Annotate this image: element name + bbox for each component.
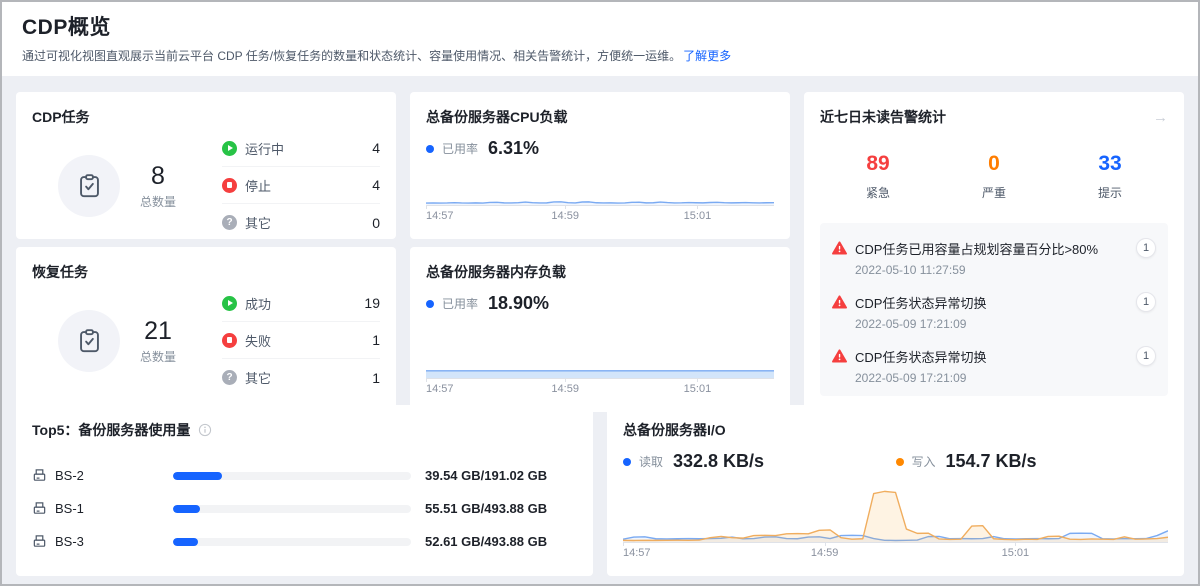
other-status-icon: ? — [222, 370, 237, 385]
cdp-overview-page: CDP概览 通过可视化视图直观展示当前云平台 CDP 任务/恢复任务的数量和状态… — [0, 0, 1200, 586]
failed-status-icon — [222, 333, 237, 348]
read-speed-value: 332.8 KB/s — [673, 451, 764, 472]
server-icon — [32, 501, 47, 516]
dashboard-content: CDP任务 8 — [2, 76, 1198, 584]
write-speed-value: 154.7 KB/s — [946, 451, 1037, 472]
alert-timestamp: 2022-05-09 17:21:09 — [855, 317, 1156, 331]
success-status-icon — [222, 296, 237, 311]
learn-more-link[interactable]: 了解更多 — [683, 49, 731, 63]
status-row-other: ? 其它 1 — [222, 359, 380, 396]
io-write-group: 写入 154.7 KB/s — [896, 451, 1169, 472]
top5-title: Top5：备份服务器使用量 — [32, 421, 190, 439]
bottom-row: Top5：备份服务器使用量 BS-2 39.54 GB/191.02 GB — [16, 405, 1184, 576]
usage-bar — [173, 472, 411, 480]
status-row-stopped: 停止 4 — [222, 167, 380, 204]
cpu-load-chart: 14:5714:5915:01 — [426, 167, 774, 223]
recovery-tasks-card: 恢复任务 21 — [16, 247, 396, 412]
alert-count-badge: 1 — [1136, 346, 1156, 366]
io-legend: 读取 332.8 KB/s 写入 154.7 KB/s — [623, 451, 1168, 472]
cpu-load-title: 总备份服务器CPU负载 — [426, 108, 774, 126]
alerts-header: 近七日未读告警统计 → — [820, 108, 1168, 126]
cdp-tasks-title: CDP任务 — [32, 108, 380, 126]
alert-timestamp: 2022-05-09 17:21:09 — [855, 371, 1156, 385]
cpu-load-card: 总备份服务器CPU负载 已用率 6.31% 14:5714:5915:01 — [410, 92, 790, 239]
cpu-usage-value: 6.31% — [488, 138, 539, 159]
recovery-tasks-total: 21 — [140, 317, 176, 345]
stopped-status-icon — [222, 178, 237, 193]
alert-count-badge: 1 — [1136, 238, 1156, 258]
tasks-column: CDP任务 8 — [16, 92, 396, 412]
cdp-tasks-card: CDP任务 8 — [16, 92, 396, 239]
stat-critical: 89 紧急 — [820, 152, 936, 201]
alerts-title: 近七日未读告警统计 — [820, 108, 946, 126]
top5-servers-card: Top5：备份服务器使用量 BS-2 39.54 GB/191.02 GB — [16, 405, 593, 576]
alert-timestamp: 2022-05-10 11:27:59 — [855, 263, 1156, 277]
usage-bar — [173, 505, 411, 513]
alert-item[interactable]: CDP任务状态异常切换 1 2022-05-09 17:21:09 — [832, 285, 1156, 339]
memory-load-title: 总备份服务器内存负载 — [426, 263, 774, 281]
cdp-tasks-body: 8 总数量 运行中 4 停止 — [32, 130, 380, 241]
top-row: CDP任务 8 — [16, 92, 1184, 397]
io-read-group: 读取 332.8 KB/s — [623, 451, 896, 472]
server-usage-row: BS-3 52.61 GB/493.88 GB — [32, 525, 577, 558]
alert-count-badge: 1 — [1136, 292, 1156, 312]
info-icon[interactable] — [198, 423, 212, 437]
page-header: CDP概览 通过可视化视图直观展示当前云平台 CDP 任务/恢复任务的数量和状态… — [2, 2, 1198, 76]
server-icon — [32, 534, 47, 549]
cpu-legend: 已用率 6.31% — [426, 138, 774, 159]
alerts-list: CDP任务已用容量占规划容量百分比>80% 1 2022-05-10 11:27… — [820, 223, 1168, 396]
status-row-running: 运行中 4 — [222, 130, 380, 167]
warning-triangle-icon — [832, 295, 847, 309]
arrow-right-icon[interactable]: → — [1153, 110, 1168, 125]
cdp-tasks-total-label: 总数量 — [140, 193, 176, 210]
io-card: 总备份服务器I/O 读取 332.8 KB/s 写入 154.7 KB/s 14… — [607, 405, 1184, 576]
server-usage-row: BS-1 55.51 GB/493.88 GB — [32, 492, 577, 525]
page-title: CDP概览 — [22, 11, 1178, 41]
recovery-tasks-title: 恢复任务 — [32, 263, 380, 281]
memory-legend-dot-icon — [426, 300, 434, 308]
usage-bar — [173, 538, 411, 546]
cdp-status-list: 运行中 4 停止 4 ? 其它 0 — [222, 130, 380, 241]
stat-severe: 0 严重 — [936, 152, 1052, 201]
read-legend-dot-icon — [623, 458, 631, 466]
io-title: 总备份服务器I/O — [623, 421, 1168, 439]
warning-triangle-icon — [832, 349, 847, 363]
memory-load-card: 总备份服务器内存负载 已用率 18.90% 14:5714:5915:01 — [410, 247, 790, 412]
recovery-tasks-total-label: 总数量 — [140, 348, 176, 365]
top5-header: Top5：备份服务器使用量 — [32, 421, 577, 439]
memory-legend: 已用率 18.90% — [426, 293, 774, 314]
status-row-other: ? 其它 0 — [222, 204, 380, 241]
cdp-tasks-total: 8 — [140, 162, 176, 190]
status-row-failed: 失败 1 — [222, 322, 380, 359]
cpu-legend-dot-icon — [426, 145, 434, 153]
load-column: 总备份服务器CPU负载 已用率 6.31% 14:5714:5915:01 总备… — [410, 92, 790, 412]
server-usage-row: BS-2 39.54 GB/191.02 GB — [32, 459, 577, 492]
alert-item[interactable]: CDP任务状态异常切换 1 2022-05-09 17:21:09 — [832, 339, 1156, 393]
status-row-success: 成功 19 — [222, 285, 380, 322]
page-subtitle: 通过可视化视图直观展示当前云平台 CDP 任务/恢复任务的数量和状态统计、容量使… — [22, 47, 1178, 64]
memory-load-chart: 14:5714:5915:01 — [426, 340, 774, 396]
warning-triangle-icon — [832, 241, 847, 255]
clipboard-icon — [58, 310, 120, 372]
recovery-status-list: 成功 19 失败 1 ? 其它 1 — [222, 285, 380, 396]
stat-info: 33 提示 — [1052, 152, 1168, 201]
alerts-stats: 89 紧急 0 严重 33 提示 — [820, 152, 1168, 201]
recovery-tasks-body: 21 总数量 成功 19 失败 — [32, 285, 380, 396]
write-legend-dot-icon — [896, 458, 904, 466]
server-icon — [32, 468, 47, 483]
top5-rows: BS-2 39.54 GB/191.02 GB BS-1 55.51 GB/49… — [32, 459, 577, 558]
alerts-card: 近七日未读告警统计 → 89 紧急 0 严重 33 提示 — [804, 92, 1184, 412]
clipboard-icon — [58, 155, 120, 217]
memory-usage-value: 18.90% — [488, 293, 549, 314]
running-status-icon — [222, 141, 237, 156]
other-status-icon: ? — [222, 215, 237, 230]
io-chart: 14:5714:5915:01 — [623, 486, 1168, 560]
page-subtitle-text: 通过可视化视图直观展示当前云平台 CDP 任务/恢复任务的数量和状态统计、容量使… — [22, 49, 681, 63]
alert-item[interactable]: CDP任务已用容量占规划容量百分比>80% 1 2022-05-10 11:27… — [832, 231, 1156, 285]
